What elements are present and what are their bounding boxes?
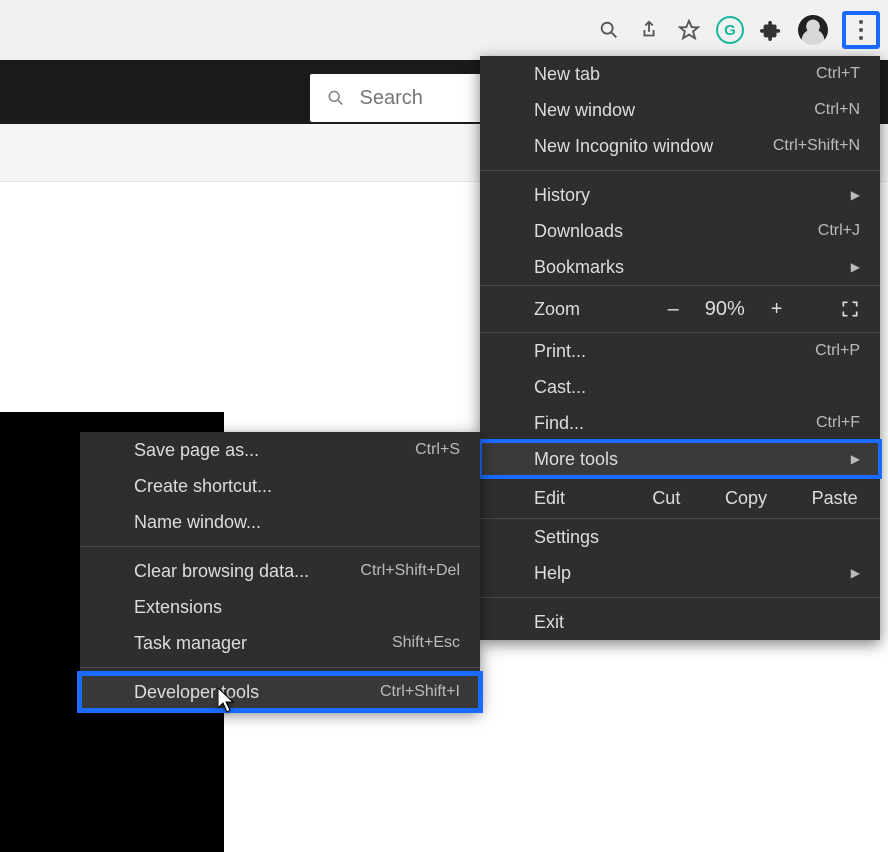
fullscreen-icon — [840, 299, 860, 319]
menu-shortcut: Ctrl+Shift+Del — [360, 562, 460, 580]
menu-print[interactable]: Print... Ctrl+P — [480, 333, 880, 369]
chevron-right-icon: ▶ — [851, 566, 860, 580]
extensions-puzzle-icon[interactable] — [758, 17, 784, 43]
zoom-icon[interactable] — [596, 17, 622, 43]
menu-bookmarks[interactable]: Bookmarks ▶ — [480, 249, 880, 285]
menu-shortcut: Ctrl+Shift+I — [380, 683, 460, 701]
menu-shortcut: Ctrl+F — [816, 414, 860, 432]
edit-label: Edit — [480, 488, 630, 509]
menu-new-incognito[interactable]: New Incognito window Ctrl+Shift+N — [480, 128, 880, 164]
menu-label: Name window... — [134, 512, 261, 533]
submenu-save-page[interactable]: Save page as... Ctrl+S — [80, 432, 480, 468]
menu-label: Save page as... — [134, 440, 259, 461]
menu-label: Exit — [534, 612, 564, 633]
menu-label: Create shortcut... — [134, 476, 272, 497]
more-tools-submenu: Save page as... Ctrl+S Create shortcut..… — [80, 432, 480, 710]
kebab-icon — [859, 20, 863, 40]
menu-edit-row: Edit Cut Copy Paste — [480, 477, 880, 519]
paste-button[interactable]: Paste — [812, 488, 858, 509]
search-icon — [326, 87, 346, 109]
menu-label: More tools — [534, 449, 618, 470]
zoom-out-button[interactable]: – — [668, 298, 679, 321]
menu-find[interactable]: Find... Ctrl+F — [480, 405, 880, 441]
submenu-extensions[interactable]: Extensions — [80, 589, 480, 625]
menu-label: Cast... — [534, 377, 586, 398]
menu-separator — [80, 546, 480, 547]
menu-label: Settings — [534, 527, 599, 548]
menu-label: Print... — [534, 341, 586, 362]
share-icon[interactable] — [636, 17, 662, 43]
menu-shortcut: Ctrl+N — [814, 101, 860, 119]
menu-shortcut: Ctrl+T — [816, 65, 860, 83]
menu-shortcut: Ctrl+Shift+N — [773, 137, 860, 155]
menu-label: New window — [534, 100, 635, 121]
menu-shortcut: Shift+Esc — [392, 634, 460, 652]
cut-button[interactable]: Cut — [652, 488, 680, 509]
zoom-in-button[interactable]: + — [771, 298, 783, 321]
menu-zoom-row: Zoom – 90% + — [480, 285, 880, 333]
menu-settings[interactable]: Settings — [480, 519, 880, 555]
menu-help[interactable]: Help ▶ — [480, 555, 880, 591]
chevron-right-icon: ▶ — [851, 260, 860, 274]
submenu-task-manager[interactable]: Task manager Shift+Esc — [80, 625, 480, 661]
menu-label: Help — [534, 563, 571, 584]
menu-label: Find... — [534, 413, 584, 434]
menu-label: Extensions — [134, 597, 222, 618]
submenu-clear-browsing[interactable]: Clear browsing data... Ctrl+Shift+Del — [80, 553, 480, 589]
menu-label: Task manager — [134, 633, 247, 654]
extension-grammarly-icon[interactable]: G — [716, 16, 744, 44]
fullscreen-button[interactable] — [820, 299, 880, 319]
profile-avatar[interactable] — [798, 15, 828, 45]
menu-shortcut: Ctrl+S — [415, 441, 460, 459]
chevron-right-icon: ▶ — [851, 188, 860, 202]
more-menu-button[interactable] — [842, 11, 880, 49]
menu-shortcut: Ctrl+J — [818, 222, 860, 240]
menu-new-tab[interactable]: New tab Ctrl+T — [480, 56, 880, 92]
menu-label: New Incognito window — [534, 136, 713, 157]
zoom-value: 90% — [705, 298, 745, 321]
menu-new-window[interactable]: New window Ctrl+N — [480, 92, 880, 128]
menu-label: Clear browsing data... — [134, 561, 309, 582]
menu-cast[interactable]: Cast... — [480, 369, 880, 405]
zoom-label: Zoom — [480, 299, 630, 320]
chrome-main-menu: New tab Ctrl+T New window Ctrl+N New Inc… — [480, 56, 880, 640]
menu-separator — [480, 170, 880, 171]
menu-label: New tab — [534, 64, 600, 85]
menu-label: Downloads — [534, 221, 623, 242]
submenu-name-window[interactable]: Name window... — [80, 504, 480, 540]
menu-more-tools[interactable]: More tools ▶ — [480, 441, 880, 477]
menu-exit[interactable]: Exit — [480, 604, 880, 640]
browser-toolbar: G — [0, 0, 888, 60]
menu-label: Bookmarks — [534, 257, 624, 278]
menu-label: History — [534, 185, 590, 206]
menu-history[interactable]: History ▶ — [480, 177, 880, 213]
submenu-developer-tools[interactable]: Developer tools Ctrl+Shift+I — [80, 674, 480, 710]
menu-downloads[interactable]: Downloads Ctrl+J — [480, 213, 880, 249]
copy-button[interactable]: Copy — [725, 488, 767, 509]
menu-separator — [480, 597, 880, 598]
chevron-right-icon: ▶ — [851, 452, 860, 466]
submenu-create-shortcut[interactable]: Create shortcut... — [80, 468, 480, 504]
menu-label: Developer tools — [134, 682, 259, 703]
star-icon[interactable] — [676, 17, 702, 43]
menu-separator — [80, 667, 480, 668]
menu-shortcut: Ctrl+P — [815, 342, 860, 360]
